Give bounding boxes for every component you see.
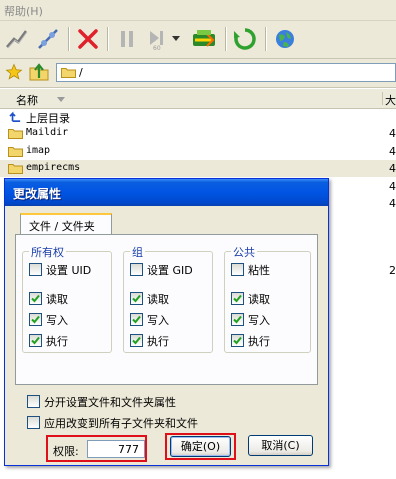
list-item-size: 4 — [389, 145, 396, 158]
checkbox-group-write-label: 写入 — [147, 314, 169, 327]
checkbox-owner-read[interactable] — [29, 292, 42, 305]
transfer-icon[interactable] — [190, 26, 218, 52]
checkbox-set-uid[interactable] — [29, 263, 42, 276]
checkbox-public-write[interactable] — [231, 313, 244, 326]
list-item-size: 4 — [389, 162, 396, 175]
checkbox-owner-read-label: 读取 — [46, 293, 68, 306]
up-folder-icon[interactable] — [28, 62, 50, 82]
checkbox-sticky[interactable] — [231, 263, 244, 276]
group-group-title: 组 — [130, 244, 145, 260]
tab-label: 文件 / 文件夹 — [29, 220, 95, 233]
dialog-titlebar[interactable]: 更改属性 — [5, 179, 328, 206]
checkbox-group-exec-label: 执行 — [147, 335, 169, 348]
checkbox-apply-recursive-label: 应用改变到所有子文件夹和文件 — [44, 417, 198, 430]
list-item[interactable]: empirecms 4 — [0, 160, 396, 177]
disconnect-icon[interactable] — [34, 26, 62, 52]
list-item-size: 4 — [389, 197, 396, 210]
list-item-label: imap — [26, 145, 51, 156]
checkbox-public-exec-label: 执行 — [248, 335, 270, 348]
checkbox-owner-exec-label: 执行 — [46, 335, 68, 348]
list-item-label: empirecms — [26, 162, 81, 173]
star-icon[interactable] — [4, 62, 24, 82]
list-item-parent[interactable]: 上层目录 — [0, 108, 396, 125]
checkbox-public-exec[interactable] — [231, 334, 244, 347]
folder-icon — [8, 147, 23, 157]
list-item-size: 4 — [389, 127, 396, 140]
permission-value: 777 — [118, 443, 139, 456]
tab-panel: 所有权 设置 UID 读取 写入 执行 组 设置 GID 读取 写入 执行 公共 — [15, 234, 318, 385]
folder-icon — [8, 164, 23, 174]
chevron-down-icon[interactable] — [170, 26, 182, 52]
sort-arrow-icon — [57, 97, 65, 102]
ok-button[interactable]: 确定(O) — [170, 436, 231, 457]
toolbar: 60 — [0, 21, 396, 59]
change-attributes-dialog: 更改属性 文件 / 文件夹 所有权 设置 UID 读取 写入 执行 组 设置 G… — [4, 178, 329, 466]
ok-button-highlight: 确定(O) — [165, 433, 236, 460]
checkbox-public-write-label: 写入 — [248, 314, 270, 327]
permission-field-group: 权限: 777 — [46, 435, 147, 462]
checkbox-public-read[interactable] — [231, 292, 244, 305]
checkbox-set-gid[interactable] — [130, 263, 143, 276]
address-bar: / — [0, 59, 396, 88]
checkbox-group-read[interactable] — [130, 292, 143, 305]
folder-icon — [61, 68, 76, 78]
checkbox-set-uid-label: 设置 UID — [46, 264, 92, 277]
up-arrow-icon — [9, 111, 21, 122]
connect-icon[interactable] — [3, 26, 31, 52]
checkbox-group-write[interactable] — [130, 313, 143, 326]
address-input[interactable]: / — [56, 63, 396, 82]
list-item[interactable]: Maildir 4 — [0, 125, 396, 142]
group-owner-title: 所有权 — [29, 244, 66, 260]
stop-icon[interactable] — [74, 26, 102, 52]
menu-help[interactable]: 帮助(H) — [4, 3, 43, 19]
checkbox-public-read-label: 读取 — [248, 293, 270, 306]
address-path: / — [79, 66, 83, 79]
group-group: 组 设置 GID 读取 写入 执行 — [123, 244, 213, 353]
svg-text:60: 60 — [153, 45, 161, 51]
list-item-size: 2 — [389, 264, 396, 277]
column-name-header[interactable]: 名称 — [16, 92, 38, 108]
checkbox-owner-write-label: 写入 — [46, 314, 68, 327]
pause-icon[interactable] — [113, 26, 141, 52]
refresh-icon[interactable] — [231, 26, 259, 52]
checkbox-separate-attributes[interactable] — [27, 395, 40, 408]
menu-bar: 帮助(H) — [0, 0, 396, 21]
folder-icon — [8, 129, 23, 139]
permission-label: 权限: — [53, 445, 79, 458]
list-item-label: 上层目录 — [26, 112, 70, 125]
checkbox-apply-recursive[interactable] — [27, 416, 40, 429]
checkbox-group-exec[interactable] — [130, 334, 143, 347]
tab-file-folder[interactable]: 文件 / 文件夹 — [20, 213, 112, 235]
checkbox-owner-exec[interactable] — [29, 334, 42, 347]
list-item[interactable]: imap 4 — [0, 143, 396, 160]
checkbox-owner-write[interactable] — [29, 313, 42, 326]
checkbox-set-gid-label: 设置 GID — [147, 264, 193, 277]
list-item-label: Maildir — [26, 127, 69, 138]
column-size-header[interactable]: 大 — [385, 92, 396, 108]
checkbox-group-read-label: 读取 — [147, 293, 169, 306]
globe-icon[interactable] — [271, 26, 299, 52]
dialog-title: 更改属性 — [13, 187, 62, 201]
checkbox-separate-attributes-label: 分开设置文件和文件夹属性 — [44, 396, 176, 409]
list-header: 名称 大 — [0, 89, 396, 109]
permission-input[interactable]: 777 — [87, 440, 145, 458]
group-public-title: 公共 — [231, 244, 257, 260]
group-public: 公共 粘性 读取 写入 执行 — [224, 244, 311, 353]
cancel-button[interactable]: 取消(C) — [248, 435, 313, 456]
skip-icon[interactable]: 60 — [143, 26, 171, 52]
list-item-size: 4 — [389, 180, 396, 193]
group-owner: 所有权 设置 UID 读取 写入 执行 — [22, 244, 112, 353]
checkbox-sticky-label: 粘性 — [248, 264, 270, 277]
